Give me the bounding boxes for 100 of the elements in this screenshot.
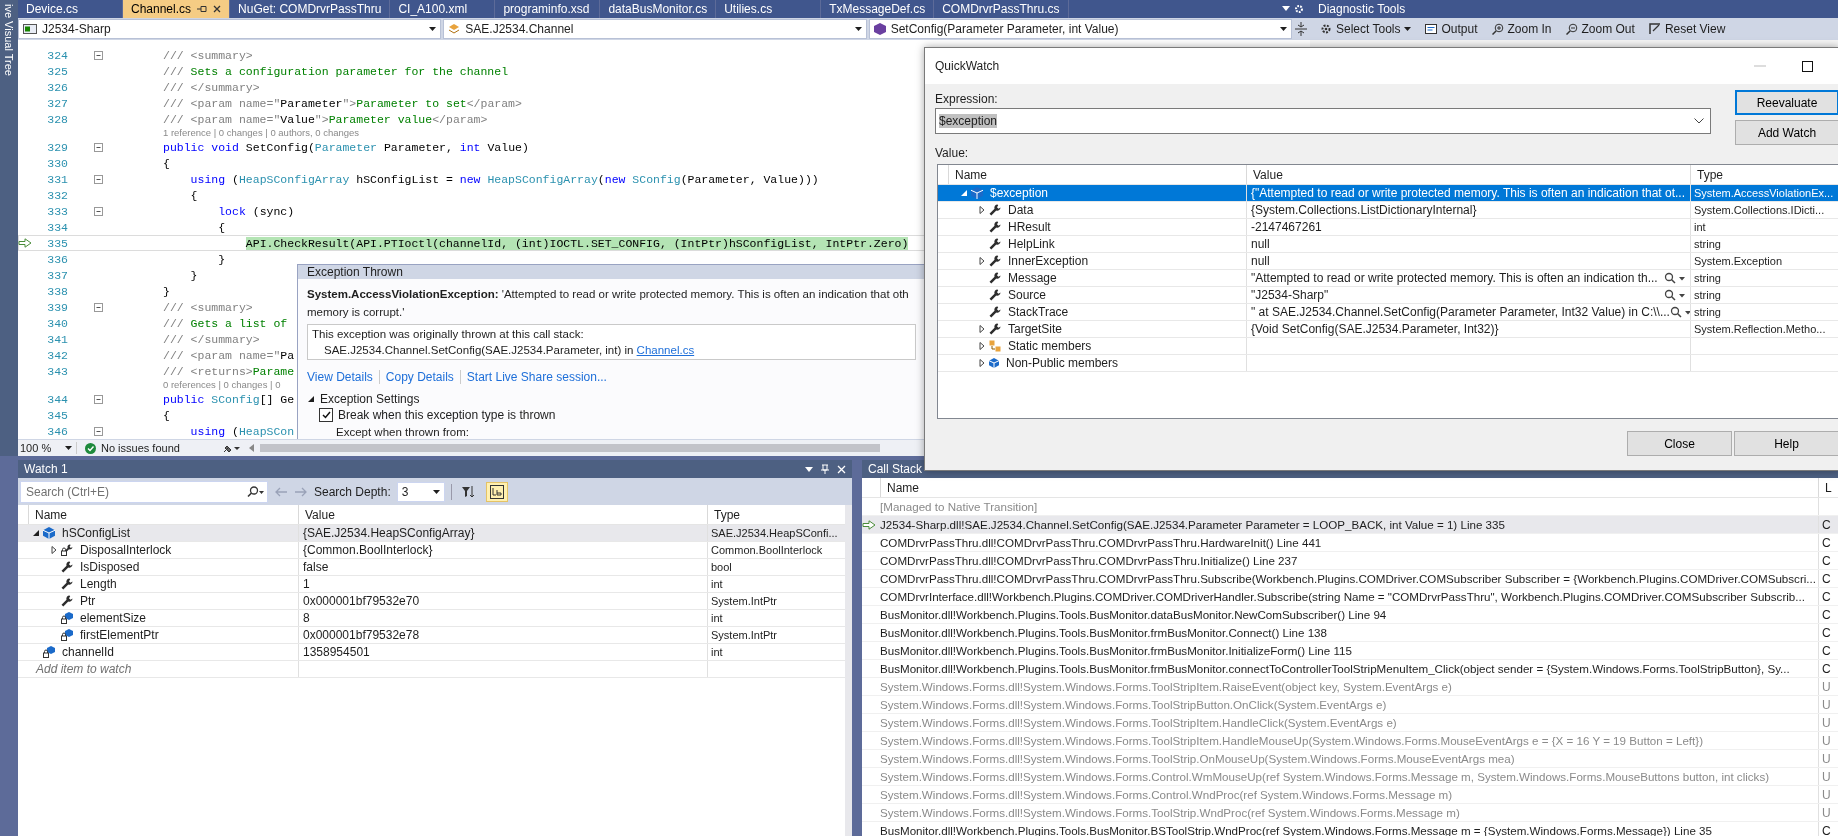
expand-arrow-icon[interactable] bbox=[978, 359, 986, 367]
project-dropdown[interactable]: J2534-Sharp bbox=[18, 19, 442, 39]
call-stack-frame[interactable]: System.Windows.Forms.dll!System.Windows.Forms.Control.WmMouseUp(ref System.Windows.Forms.Message m, System.Windows.Forms.MouseButtons button, int clicks) U bbox=[862, 768, 1838, 786]
column-header[interactable]: Name bbox=[948, 165, 1246, 184]
expand-arrow-icon[interactable] bbox=[978, 257, 986, 265]
call-stack-frame[interactable]: COMDrvrPassThru.dll!COMDrvrPassThru.COMDrvrPassThru.Initialize() Line 237 C bbox=[862, 552, 1838, 570]
collapse-icon[interactable] bbox=[94, 50, 103, 60]
variable-row[interactable]: HelpLink null string bbox=[938, 236, 1838, 253]
toolbar-button[interactable]: Reset View bbox=[1646, 22, 1728, 36]
column-header[interactable]: Name bbox=[28, 505, 298, 524]
variable-row[interactable]: DisposalInterlock {Common.BoolInterlock} Common.BoolInterlock bbox=[18, 542, 845, 559]
dialog-button[interactable]: Reevaluate bbox=[1735, 90, 1838, 115]
column-header[interactable]: Type bbox=[1690, 165, 1838, 184]
column-header[interactable]: Name bbox=[880, 478, 1818, 497]
collapse-icon[interactable] bbox=[94, 174, 103, 184]
collapse-icon[interactable] bbox=[94, 142, 103, 152]
dialog-button[interactable]: Add Watch bbox=[1735, 120, 1838, 145]
zoom-dropdown[interactable]: 100 % bbox=[20, 442, 77, 454]
call-stack-frame[interactable]: System.Windows.Forms.dll!System.Windows.Forms.ToolStripItem.HandleClick(System.EventArgs e) U bbox=[862, 714, 1838, 732]
expand-arrow-icon[interactable] bbox=[978, 325, 986, 333]
file-link[interactable]: Channel.cs bbox=[636, 344, 695, 356]
collapse-arrow-icon[interactable] bbox=[32, 529, 40, 537]
collapse-icon[interactable] bbox=[94, 302, 103, 312]
issues-status[interactable]: No issues found bbox=[101, 442, 180, 454]
call-stack-frame[interactable]: COMDrvrPassThru.dll!COMDrvrPassThru.COMDrvrPassThru.Subscribe(Workbench.Plugins.COMDriver.COMSubscriber Subscriber = {Workbench.Plugins.COMDriver.COMSubscri... C bbox=[862, 570, 1838, 588]
code-lens[interactable]: 0 references | 0 changes | 0 bbox=[163, 379, 281, 391]
variable-row[interactable]: hSConfigList {SAE.J2534.HeapSConfigArray} SAE.J2534.HeapSConfi... bbox=[18, 525, 845, 542]
variable-row[interactable]: Data {System.Collections.ListDictionaryInternal} System.Collections.IDicti... bbox=[938, 202, 1838, 219]
document-tab[interactable]: Channel.cs bbox=[123, 0, 231, 18]
variable-row[interactable]: $exception {"Attempted to read or write protected memory. This is often an indication that ot... System.AccessViolationEx... bbox=[938, 185, 1838, 202]
expression-field[interactable]: $exception bbox=[935, 108, 1711, 134]
search-field[interactable]: Search (Ctrl+E) bbox=[24, 483, 246, 500]
popup-link[interactable]: View Details bbox=[307, 370, 379, 384]
expand-arrow-icon[interactable] bbox=[978, 342, 986, 350]
call-stack-frame[interactable]: BusMonitor.dll!Workbench.Plugins.Tools.BusMonitor.dataBusMonitor.NewComSubscriber() Line 94 C bbox=[862, 606, 1838, 624]
split-icon[interactable] bbox=[1294, 22, 1308, 36]
expand-arrow-icon[interactable] bbox=[50, 546, 58, 554]
call-stack-frame[interactable]: COMDrvrInterface.dll!Workbench.Plugins.COMDriver.COMDriverHandler.Subscribe(string Name = "COMDrvrPassThru", Workbench.Plugins.COMDriver.COMSubscriber Subscrib... C bbox=[862, 588, 1838, 606]
scroll-left-icon[interactable] bbox=[249, 444, 254, 452]
visualizer-icon[interactable] bbox=[1669, 306, 1692, 318]
collapse-arrow-icon[interactable] bbox=[307, 395, 315, 403]
popup-link[interactable]: Start Live Share session... bbox=[459, 370, 613, 384]
variable-row[interactable]: TargetSite {Void SetConfig(SAE.J2534.Parameter, Int32)} System.Reflection.Metho... bbox=[938, 321, 1838, 338]
side-tab[interactable]: ive Visual Tree bbox=[3, 0, 15, 80]
toolbar-button[interactable]: Select Tools bbox=[1318, 22, 1414, 36]
column-header[interactable]: Type bbox=[707, 505, 845, 524]
call-stack-frame[interactable]: System.Windows.Forms.dll!System.Windows.Forms.ToolStrip.WndProc(ref System.Windows.Forms.Message m) U bbox=[862, 804, 1838, 822]
variable-row[interactable]: Length 1 int bbox=[18, 576, 845, 593]
search-depth-dropdown[interactable]: 3 bbox=[396, 481, 445, 502]
scrollbar-thumb[interactable] bbox=[260, 444, 880, 452]
call-stack-frame[interactable]: System.Windows.Forms.dll!System.Windows.Forms.ToolStripItem.RaiseEvent(object key, System.EventArgs e) U bbox=[862, 678, 1838, 696]
column-header[interactable]: Value bbox=[298, 505, 707, 524]
call-stack-frame[interactable]: System.Windows.Forms.dll!System.Windows.Forms.ToolStripButton.OnClick(System.EventArgs e) U bbox=[862, 696, 1838, 714]
variable-row[interactable]: Ptr 0x000001bf79532e70 System.IntPtr bbox=[18, 593, 845, 610]
type-dropdown[interactable]: SAE.J2534.Channel bbox=[443, 19, 867, 39]
column-header[interactable]: L bbox=[1818, 478, 1838, 497]
expand-arrow-icon[interactable] bbox=[978, 206, 986, 214]
call-stack-frame[interactable]: System.Windows.Forms.dll!System.Windows.Forms.ToolStripItem.HandleMouseUp(System.Windows.Forms.MouseEventArgs e = {X = 16 Y = 19 Button = Left}) U bbox=[862, 732, 1838, 750]
variable-row[interactable]: channelId 1358954501 int bbox=[18, 644, 845, 661]
call-stack-frame[interactable]: BusMonitor.dll!Workbench.Plugins.Tools.BusMonitor.frmBusMonitor.InitializeForm() Line 115 C bbox=[862, 642, 1838, 660]
variable-row[interactable]: firstElementPtr 0x000001bf79532e78 System.IntPtr bbox=[18, 627, 845, 644]
add-watch-placeholder[interactable]: Add item to watch bbox=[28, 661, 298, 677]
call-stack-frame[interactable]: System.Windows.Forms.dll!System.Windows.Forms.ToolStrip.OnMouseUp(System.Windows.Forms.MouseEventArgs mea) U bbox=[862, 750, 1838, 768]
visualizer-icon[interactable] bbox=[1664, 272, 1686, 284]
collapse-icon[interactable] bbox=[94, 394, 103, 404]
variable-row[interactable]: IsDisposed false bool bbox=[18, 559, 845, 576]
collapse-icon[interactable] bbox=[94, 426, 103, 436]
variable-row[interactable]: Static members bbox=[938, 338, 1838, 355]
variable-row[interactable]: HResult -2147467261 int bbox=[938, 219, 1838, 236]
dialog-button[interactable]: Close bbox=[1627, 431, 1732, 456]
variable-row[interactable]: Non-Public members bbox=[938, 355, 1838, 372]
variable-row[interactable]: Source "J2534-Sharp" string bbox=[938, 287, 1838, 304]
member-dropdown[interactable]: SetConfig(Parameter Parameter, int Value) bbox=[868, 19, 1292, 39]
string-view-button[interactable] bbox=[485, 481, 508, 502]
call-stack-frame[interactable]: BusMonitor.dll!Workbench.Plugins.Tools.BusMonitor.frmBusMonitor.Connect() Line 138 C bbox=[862, 624, 1838, 642]
column-header[interactable]: Value bbox=[1246, 165, 1690, 184]
call-stack-frame[interactable]: BusMonitor.dll!Workbench.Plugins.Tools.BusMonitor.frmBusMonitor.connectToControllerToolStripMenuItem_Click(object sender = {System.Windows.Forms.ToolStripButton}, Sy... C bbox=[862, 660, 1838, 678]
variable-row[interactable]: StackTrace " at SAE.J2534.Channel.SetConfig(Parameter Parameter, Int32 Value) in C:\\... string bbox=[938, 304, 1838, 321]
toolbar-button[interactable]: Zoom In bbox=[1489, 22, 1554, 36]
dropdown-icon[interactable] bbox=[1282, 6, 1290, 12]
visualizer-icon[interactable] bbox=[1664, 289, 1686, 301]
variable-row[interactable]: Message "Attempted to read or write protected memory. This is often an indication th... string bbox=[938, 270, 1838, 287]
dialog-button[interactable]: Help bbox=[1734, 431, 1838, 456]
variable-row[interactable]: elementSize 8 int bbox=[18, 610, 845, 627]
toolbar-button[interactable]: Output bbox=[1423, 22, 1480, 36]
search-box[interactable]: Search (Ctrl+E) bbox=[20, 480, 268, 503]
checkbox[interactable] bbox=[319, 408, 333, 422]
pin-icon[interactable] bbox=[197, 5, 208, 13]
dropdown-icon[interactable] bbox=[805, 466, 813, 472]
settings-icon[interactable] bbox=[1294, 4, 1304, 14]
collapse-icon[interactable] bbox=[94, 206, 103, 216]
toolbar-button[interactable]: Zoom Out bbox=[1563, 22, 1637, 36]
code-lens[interactable]: 1 reference | 0 changes | 0 authors, 0 changes bbox=[163, 127, 360, 139]
call-stack-frame[interactable]: System.Windows.Forms.dll!System.Windows.Forms.Control.WndProc(ref System.Windows.Forms.Message m) U bbox=[862, 786, 1838, 804]
call-stack-frame[interactable]: COMDrvrPassThru.dll!COMDrvrPassThru.COMDrvrPassThru.HardwareInit() Line 441 C bbox=[862, 534, 1838, 552]
maximize-icon[interactable] bbox=[1802, 60, 1813, 72]
call-stack-frame[interactable]: J2534-Sharp.dll!SAE.J2534.Channel.SetConfig(SAE.J2534.Parameter Parameter = LOOP_BACK, int Value = 1) Line 335 C bbox=[862, 516, 1838, 534]
close-icon[interactable] bbox=[213, 5, 222, 13]
popup-link[interactable]: Copy Details bbox=[378, 370, 460, 384]
variable-row[interactable]: InnerException null System.Exception bbox=[938, 253, 1838, 270]
